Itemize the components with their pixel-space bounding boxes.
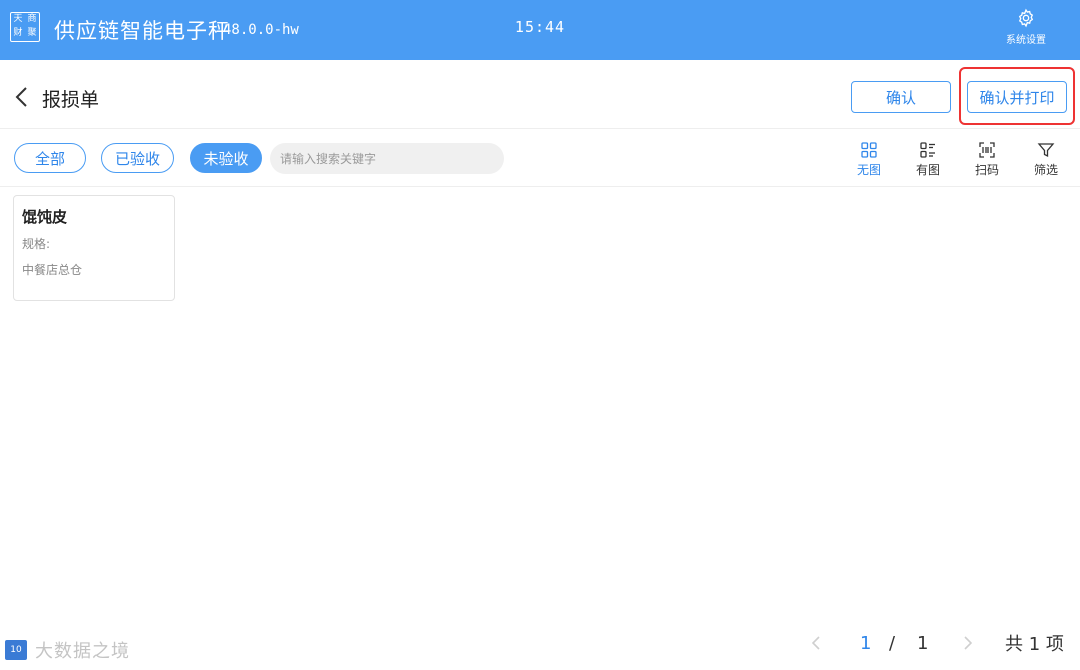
system-settings-button[interactable]: 系统设置 [996,8,1056,46]
watermark-text: 大数据之境 [35,641,130,662]
item-card[interactable]: 馄饨皮 规格: 中餐店总仓 [13,195,175,301]
watermark-badge: 10 [5,640,27,660]
confirm-button[interactable]: 确认 [851,81,951,113]
scan-label: 扫码 [974,163,999,177]
page-separator: / [889,632,896,654]
view-with-image-label: 有图 [915,163,940,177]
gear-icon [1018,8,1034,28]
total-pages: 1 [917,632,929,654]
watermark: 10 大数据之境 [5,637,130,663]
confirm-and-print-button[interactable]: 确认并打印 [967,81,1067,113]
next-page-button[interactable] [962,630,974,656]
view-no-image-label: 无图 [856,163,881,177]
scan-icon [979,142,995,158]
funnel-icon [1037,143,1055,158]
scan-button[interactable]: 扫码 [967,141,1007,178]
view-with-image-button[interactable]: 有图 [908,141,948,178]
chevron-right-icon [964,636,973,650]
filter-all-tab[interactable]: 全部 [14,143,86,173]
back-button[interactable] [12,86,32,108]
page-title: 报损单 [42,89,100,111]
item-store: 中餐店总仓 [22,263,83,277]
current-page: 1 [860,632,872,654]
search-input[interactable] [270,143,504,174]
filter-unreceived-tab[interactable]: 未验收 [190,143,262,173]
total-count: 共 1 项 [1005,634,1064,655]
prev-page-button[interactable] [810,630,822,656]
view-no-image-button[interactable]: 无图 [849,141,889,178]
item-spec: 规格: [22,237,51,251]
clock: 15:44 [514,18,566,36]
chevron-left-icon [811,636,820,650]
filter-label: 筛选 [1033,163,1058,177]
chevron-left-icon [15,87,27,107]
filter-button[interactable]: 筛选 [1026,141,1066,178]
list-icon [920,142,935,158]
page-header: 报损单 确认 确认并打印 [0,62,1080,129]
top-bar: 天 商 财 聚 供应链智能电子秤 48.0.0-hw 15:44 系统设置 [0,0,1080,60]
item-name: 馄饨皮 [22,208,68,226]
filter-bar: 全部 已验收 未验收 无图 有图 扫码 [0,129,1080,187]
grid-icon [861,142,877,158]
filter-received-tab[interactable]: 已验收 [101,143,174,173]
system-settings-label: 系统设置 [1006,35,1046,46]
